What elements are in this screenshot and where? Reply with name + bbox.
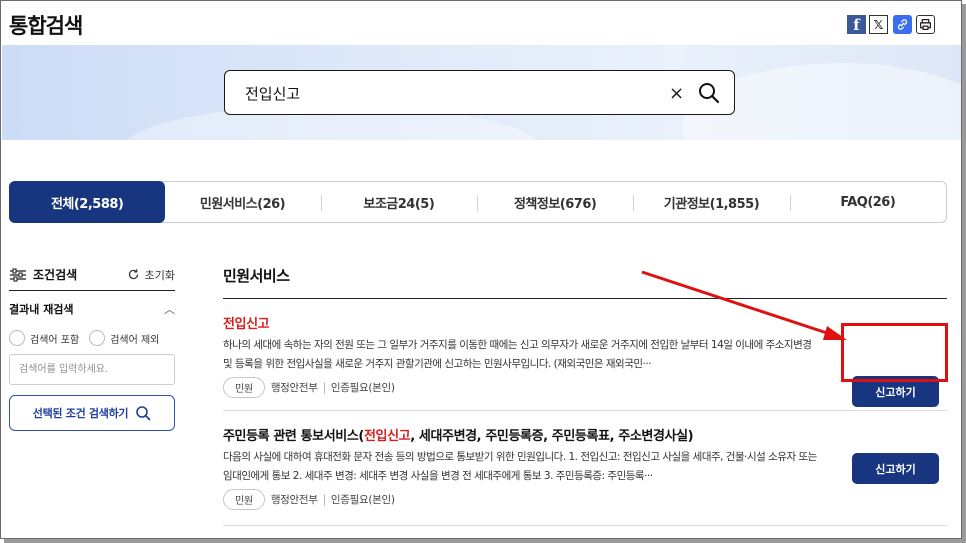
chevron-up-icon[interactable]: ︿ — [164, 301, 175, 317]
report-button[interactable]: 신고하기 — [852, 453, 939, 484]
tab-civil-service[interactable]: 민원서비스(26) — [164, 182, 320, 222]
result-title-highlight: 전입신고 — [363, 429, 411, 444]
page-title: 통합검색 — [9, 14, 83, 38]
window-shadow — [4, 539, 966, 543]
clear-search-button[interactable]: × — [669, 83, 684, 104]
reset-label: 초기화 — [144, 268, 175, 282]
include-label: 검색어 포함 — [30, 334, 80, 346]
agency-name: 행정안전부 — [270, 382, 318, 394]
result-title-text: 주민등록 관련 통보서비스( — [223, 429, 364, 444]
facebook-icon[interactable]: f — [847, 15, 866, 34]
refine-section-header[interactable]: 결과내 재검색 ︿ — [9, 301, 175, 317]
include-radio[interactable] — [9, 330, 25, 346]
results-panel: 민원서비스 전입신고 하나의 세대에 속하는 자의 전원 또는 그 일부가 거주… — [223, 263, 947, 526]
auth-requirement: 인증필요(본인) — [330, 494, 395, 506]
agency-name: 행정안전부 — [270, 494, 318, 506]
annotation-highlight-box — [841, 323, 948, 382]
result-description: 다음의 사실에 대하여 휴대전화 문자 전송 등의 방법으로 통보받기 위한 민… — [223, 451, 817, 482]
tab-faq[interactable]: FAQ(26) — [789, 182, 946, 222]
category-tag: 민원 — [223, 377, 265, 398]
search-banner: × — [2, 45, 961, 140]
browser-frame: 통합검색 f 𝕏 × 전체(2,588) 민원서비스(26) 보조금24(5) … — [0, 0, 962, 539]
condition-search-title: 조건검색 — [9, 266, 77, 283]
refine-options: 검색어 포함 검색어 제외 — [9, 330, 175, 346]
apply-filter-label: 선택된 조건 검색하기 — [32, 407, 129, 420]
search-icon[interactable] — [697, 81, 721, 105]
result-item: 주민등록 관련 통보서비스(전입신고, 세대주변경, 주민등록증, 주민등록표,… — [223, 411, 947, 526]
category-tag: 민원 — [223, 489, 265, 510]
result-title-text: , 세대주변경, 주민등록증, 주민등록표, 주소변경사실) — [410, 429, 694, 444]
sliders-icon — [10, 267, 26, 282]
result-title-text: 전입신고 — [223, 317, 270, 332]
tab-all[interactable]: 전체(2,588) — [9, 181, 166, 223]
window-shadow — [962, 4, 966, 543]
meta-divider: | — [322, 493, 327, 506]
tab-agency-info[interactable]: 기관정보(1,855) — [633, 182, 789, 222]
result-title[interactable]: 주민등록 관련 통보서비스(전입신고, 세대주변경, 주민등록증, 주민등록표,… — [223, 425, 947, 444]
link-icon[interactable] — [893, 15, 912, 34]
tab-policy-info[interactable]: 정책정보(676) — [476, 182, 633, 222]
result-title[interactable]: 전입신고 — [223, 313, 947, 332]
exclude-label: 검색어 제외 — [110, 334, 160, 346]
filter-header: 조건검색 초기화 — [9, 263, 175, 291]
section-title: 민원서비스 — [223, 263, 947, 299]
filter-sidebar: 조건검색 초기화 결과내 재검색 ︿ 검색어 포함 검색어 제외 선택된 조건 … — [9, 263, 175, 431]
result-description: 하나의 세대에 속하는 자의 전원 또는 그 일부가 거주지를 이동한 때에는 … — [223, 339, 812, 370]
tab-subsidy24[interactable]: 보조금24(5) — [320, 182, 477, 222]
reset-button[interactable]: 초기화 — [127, 267, 175, 283]
auth-requirement: 인증필요(본인) — [330, 382, 395, 394]
search-input[interactable] — [245, 81, 645, 105]
result-meta: 민원 행정안전부 | 인증필요(본인) — [223, 489, 947, 510]
search-icon — [136, 406, 151, 421]
refine-input[interactable] — [9, 354, 175, 385]
x-icon[interactable]: 𝕏 — [869, 15, 888, 34]
result-item: 전입신고 하나의 세대에 속하는 자의 전원 또는 그 일부가 거주지를 이동한… — [223, 299, 947, 411]
result-meta: 민원 행정안전부 | 인증필요(본인) — [223, 377, 947, 398]
meta-divider: | — [322, 381, 327, 394]
exclude-radio[interactable] — [89, 330, 106, 346]
print-icon[interactable] — [916, 15, 935, 34]
category-tabs: 전체(2,588) 민원서비스(26) 보조금24(5) 정책정보(676) 기… — [9, 181, 947, 223]
condition-search-label: 조건검색 — [33, 268, 78, 282]
refine-title: 결과내 재검색 — [9, 303, 74, 316]
search-box: × — [224, 70, 735, 115]
refresh-icon — [128, 269, 138, 280]
apply-filter-button[interactable]: 선택된 조건 검색하기 — [9, 395, 175, 431]
